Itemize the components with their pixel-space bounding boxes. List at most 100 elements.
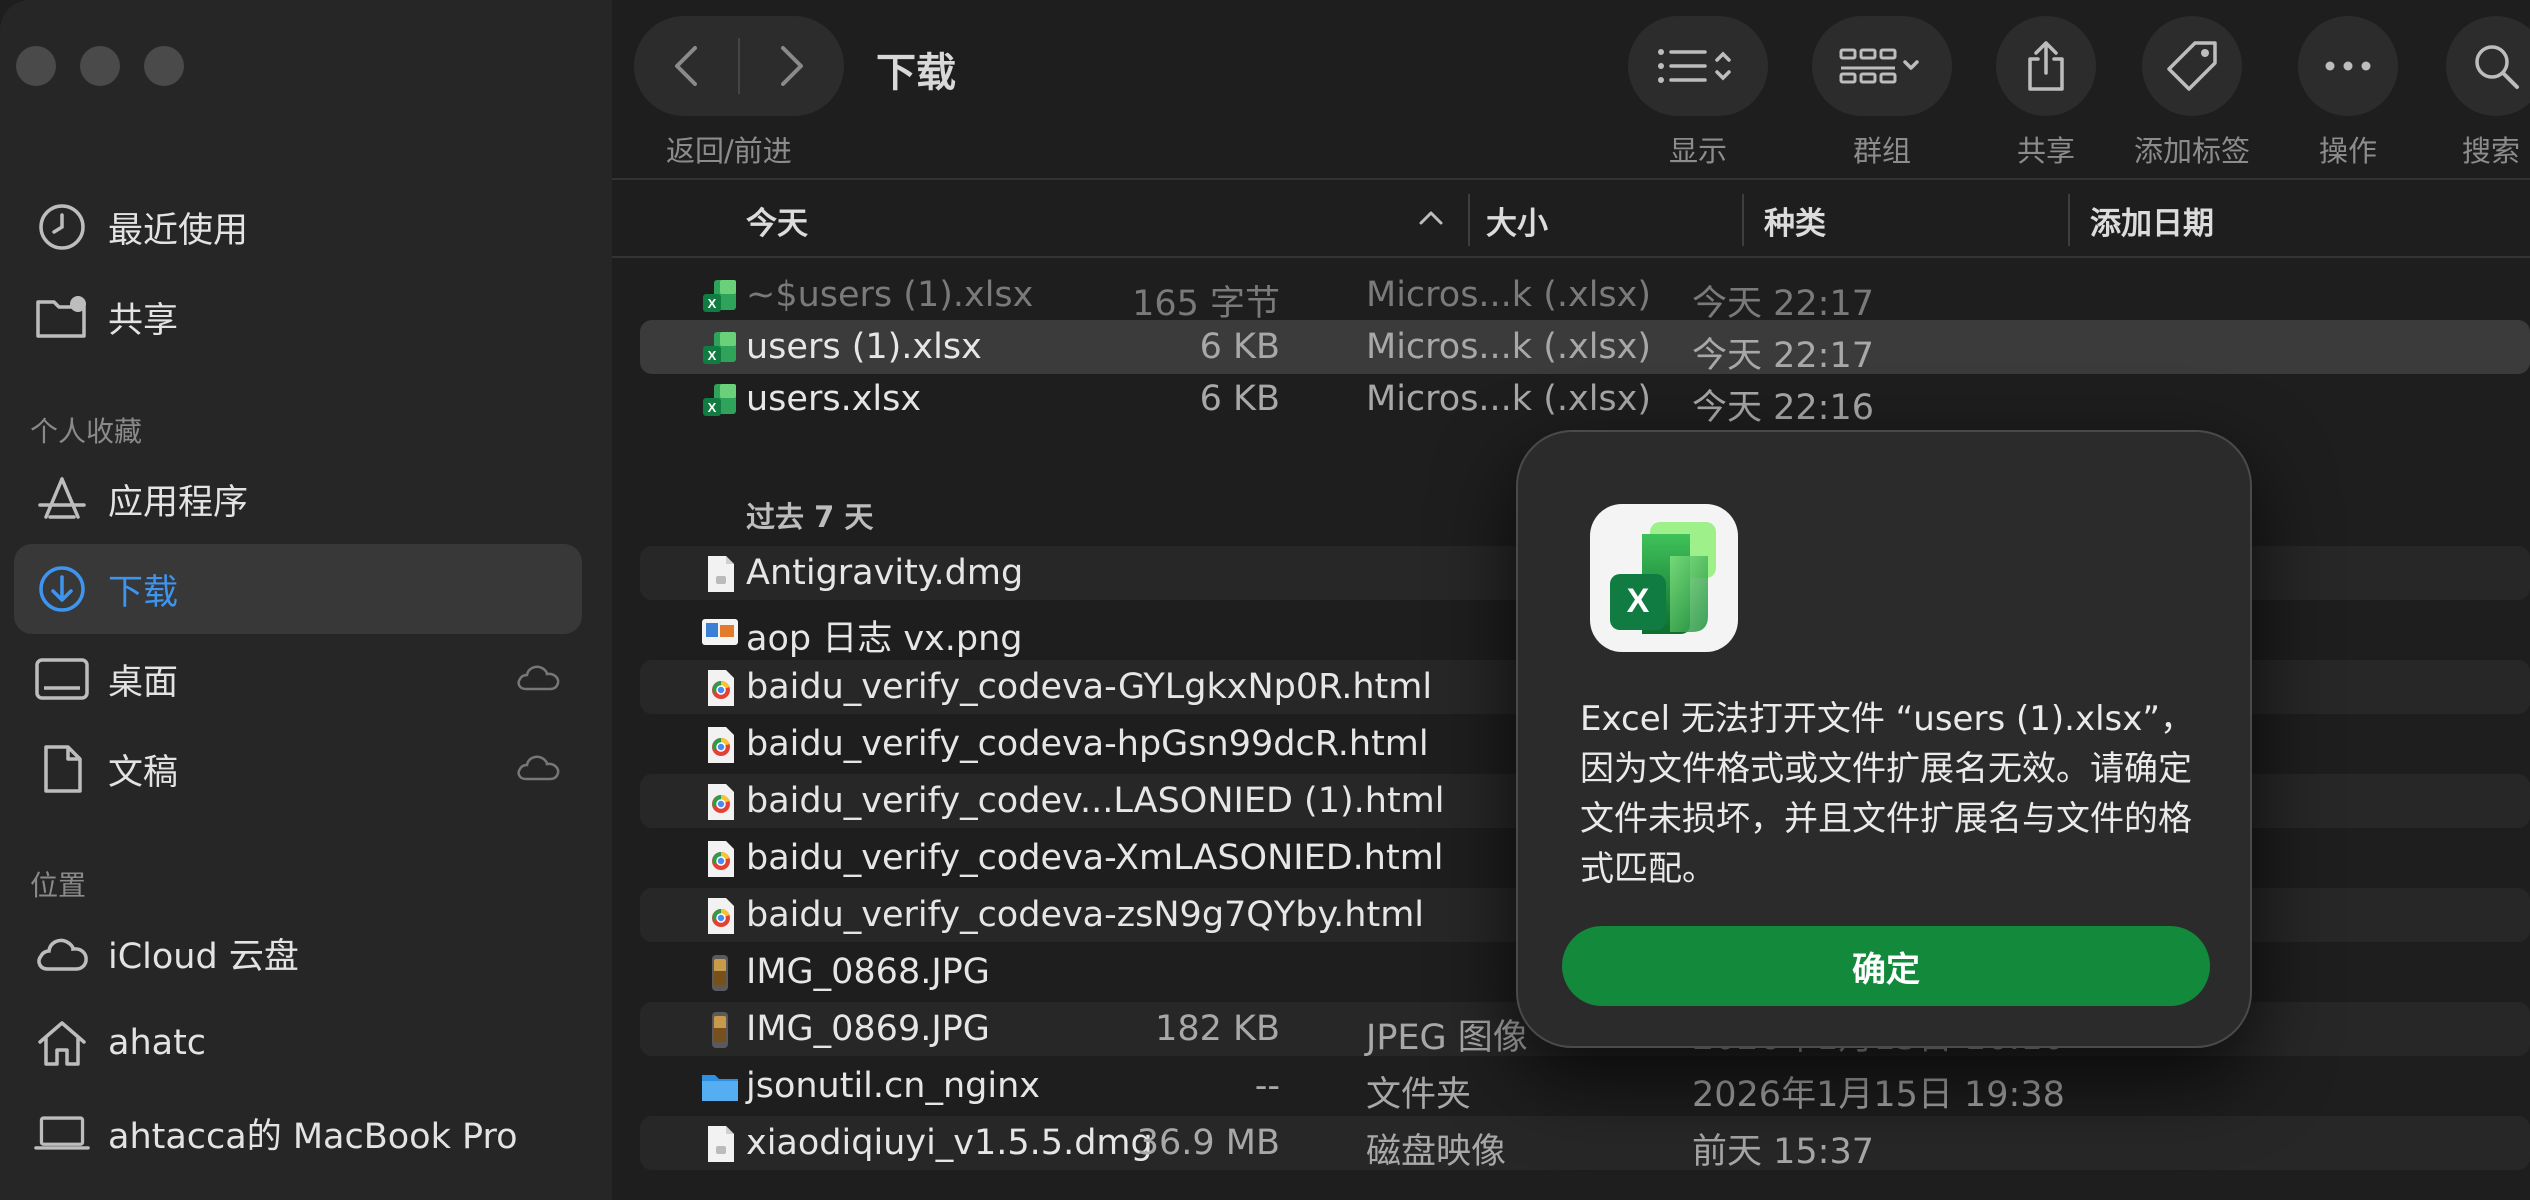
column-header-size[interactable]: 大小 [1486, 198, 1548, 243]
group-button[interactable] [1812, 16, 1952, 116]
group-grid-icon [1839, 48, 1919, 84]
file-kind: Micros...k (.xlsx) [1366, 275, 1652, 315]
photo-icon [700, 1010, 740, 1050]
tag-icon [2167, 41, 2217, 91]
svg-text:X: X [708, 400, 717, 415]
error-dialog: X Excel 无法打开文件 “users (1).xlsx”，因为文件格式或文… [1516, 430, 2252, 1048]
file-size: 6 KB [1199, 379, 1280, 419]
sidebar-item-label: ahatc [108, 1023, 207, 1063]
file-icon [700, 1124, 740, 1164]
sidebar-item-label: ahtacca的 MacBook Pro [108, 1116, 518, 1157]
file-name: aop 日志 vx.png [746, 619, 1023, 659]
sidebar-item-macbook[interactable]: ahtacca的 MacBook Pro [14, 1088, 582, 1178]
html-icon [700, 725, 740, 765]
folder-icon [700, 1067, 740, 1107]
sidebar-item-documents[interactable]: 文稿 [14, 724, 582, 814]
file-kind: Micros...k (.xlsx) [1366, 379, 1652, 419]
file-name: jsonutil.cn_nginx [746, 1066, 1040, 1106]
sidebar-item-home[interactable]: ahatc [14, 998, 582, 1088]
forward-button[interactable] [740, 16, 844, 116]
file-date: 前天 15:37 [1692, 1132, 1874, 1172]
icloud-status-icon [514, 662, 562, 696]
sidebar-section-favorites: 个人收藏 [30, 415, 143, 448]
html-icon [700, 668, 740, 708]
sidebar-item-icloud-drive[interactable]: iCloud 云盘 [14, 908, 582, 998]
tag-caption: 添加标签 [2133, 134, 2250, 168]
file-kind: JPEG 图像 [1366, 1018, 1528, 1058]
file-name: xiaodiqiuyi_v1.5.5.dmg [746, 1123, 1153, 1163]
svg-text:X: X [708, 296, 717, 311]
sidebar-item-label: 最近使用 [108, 210, 249, 251]
share-icon [2028, 41, 2064, 91]
file-name: baidu_verify_codeva-hpGsn99dcR.html [746, 724, 1429, 764]
nav-caption: 返回/前进 [666, 134, 792, 168]
file-name: IMG_0869.JPG [746, 1009, 990, 1049]
toolbar: 下载 返回/前进 显示 群组 共享 添加标签 操作 搜索 [612, 0, 2530, 178]
tag-button[interactable] [2142, 16, 2242, 116]
file-row[interactable]: xiaodiqiuyi_v1.5.5.dmg 36.9 MB 磁盘映像 前天 15:3… [640, 1116, 2530, 1172]
column-header-kind[interactable]: 种类 [1764, 198, 1826, 243]
more-icon [2325, 61, 2371, 71]
search-caption: 搜索 [2462, 134, 2521, 168]
excel-icon: X [700, 380, 740, 420]
apps-icon [34, 471, 90, 527]
excel-icon: X [700, 276, 740, 316]
sort-ascending-icon [1419, 211, 1443, 225]
sidebar-item-downloads[interactable]: 下载 [14, 544, 582, 634]
close-window-button[interactable] [16, 46, 56, 86]
image-icon [700, 611, 740, 651]
file-row[interactable]: Xusers.xlsx 6 KB Micros...k (.xlsx) 今天 22:1… [640, 372, 2530, 428]
sidebar-item-label: 应用程序 [108, 482, 249, 523]
photo-icon [700, 953, 740, 993]
sidebar-item-desktop[interactable]: 桌面 [14, 634, 582, 724]
nav-buttons [634, 16, 844, 116]
back-button[interactable] [634, 16, 738, 116]
file-kind: Micros...k (.xlsx) [1366, 327, 1652, 367]
column-divider[interactable] [2068, 194, 2070, 246]
html-icon [700, 896, 740, 936]
zoom-window-button[interactable] [144, 46, 184, 86]
file-row[interactable]: X ~$users (1).xlsx 165 字节 Micros...k (.xlsx… [640, 268, 2530, 324]
sidebar-section-locations: 位置 [30, 869, 87, 902]
window-title: 下载 [876, 50, 956, 96]
file-name: users (1).xlsx [746, 327, 982, 367]
toolbar-divider [612, 178, 2530, 180]
svg-text:X: X [1627, 582, 1650, 620]
ok-button[interactable]: 确定 [1562, 926, 2210, 1006]
sidebar-item-shared[interactable]: 共享 [14, 272, 582, 362]
file-kind: 文件夹 [1366, 1075, 1472, 1115]
sidebar-item-label: 桌面 [108, 662, 179, 703]
file-name: baidu_verify_codeva-GYLgkxNp0R.html [746, 667, 1433, 707]
excel-app-icon: X [1590, 504, 1738, 652]
share-button[interactable] [1996, 16, 2096, 116]
column-divider[interactable] [1742, 194, 1744, 246]
file-size: -- [1254, 1066, 1280, 1106]
search-icon [2475, 45, 2519, 89]
minimize-window-button[interactable] [80, 46, 120, 86]
file-name: ~$users (1).xlsx [746, 275, 1034, 315]
column-header-bar: 今天 大小 种类 添加日期 [612, 182, 2530, 258]
column-divider[interactable] [1468, 194, 1470, 246]
file-row[interactable]: jsonutil.cn_nginx -- 文件夹 2026年1月15日 19:38 [640, 1059, 2530, 1115]
column-header-name[interactable]: 今天 [746, 198, 808, 243]
clock-icon [34, 199, 90, 255]
search-button[interactable] [2446, 16, 2530, 116]
sidebar-item-applications[interactable]: 应用程序 [14, 454, 582, 544]
file-name: baidu_verify_codeva-zsN9g7QYby.html [746, 895, 1425, 935]
file-row[interactable]: Xusers (1).xlsx 6 KB Micros...k (.xlsx) 今天 … [640, 320, 2530, 376]
document-icon [34, 741, 90, 797]
action-button[interactable] [2298, 16, 2398, 116]
view-button[interactable] [1628, 16, 1768, 116]
laptop-icon [34, 1105, 90, 1161]
column-header-date[interactable]: 添加日期 [2090, 198, 2214, 243]
file-icon [700, 554, 740, 594]
download-icon [34, 561, 90, 617]
dialog-message: Excel 无法打开文件 “users (1).xlsx”，因为文件格式或文件扩… [1580, 699, 2194, 889]
file-name: users.xlsx [746, 379, 922, 419]
sidebar-item-recents[interactable]: 最近使用 [14, 182, 582, 272]
chevron-left-icon [675, 46, 697, 86]
file-size: 182 KB [1155, 1009, 1280, 1049]
window-controls [16, 46, 184, 86]
svg-text:X: X [708, 348, 717, 363]
share-caption: 共享 [2016, 134, 2075, 168]
